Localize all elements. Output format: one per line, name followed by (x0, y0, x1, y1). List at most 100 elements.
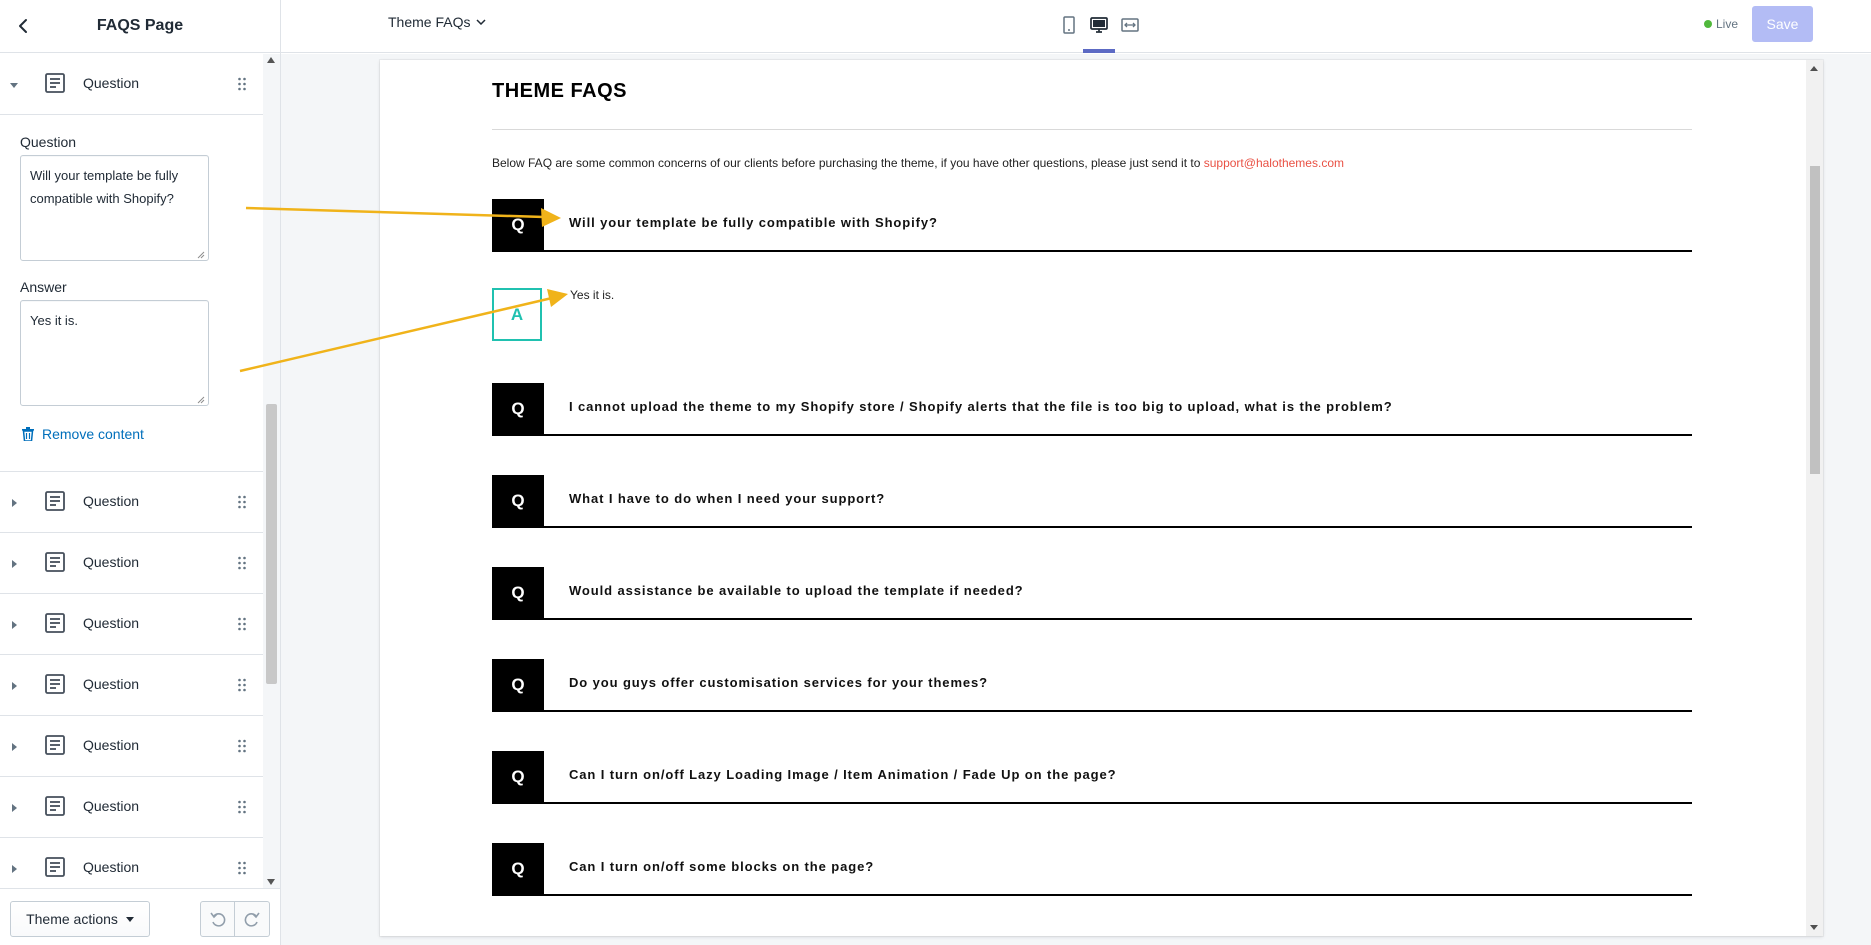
drag-handle-icon[interactable] (237, 860, 247, 876)
remove-content-link[interactable]: Remove content (22, 426, 144, 442)
drag-handle-icon[interactable] (237, 76, 247, 92)
question-text: Can I turn on/off some blocks on the pag… (569, 859, 875, 874)
live-status: Live (1704, 17, 1738, 31)
question-text: I cannot upload the theme to my Shopify … (569, 399, 1393, 414)
drag-handle-icon[interactable] (237, 555, 247, 571)
block-row-question[interactable]: Question (0, 472, 263, 533)
undo-button[interactable] (200, 901, 235, 937)
editor-topbar: Theme FAQs Live Save (281, 0, 1871, 53)
save-button[interactable]: Save (1752, 6, 1813, 42)
text-block-icon (45, 491, 65, 511)
desktop-icon (1090, 17, 1108, 33)
theme-editor-sidebar: FAQS Page Question Question Will your te… (0, 0, 281, 945)
block-row-question[interactable]: Question (0, 777, 263, 838)
mobile-view-button[interactable] (1056, 12, 1082, 38)
caret-right-icon[interactable] (12, 682, 17, 690)
scroll-up-arrow-icon[interactable] (1810, 66, 1818, 71)
block-row-question[interactable]: Question (0, 838, 263, 888)
caret-right-icon[interactable] (12, 743, 17, 751)
redo-icon (244, 912, 260, 927)
question-text: Can I turn on/off Lazy Loading Image / I… (569, 767, 1117, 782)
caret-right-icon[interactable] (12, 804, 17, 812)
sidebar-title: FAQS Page (96, 17, 184, 34)
resize-grip-icon[interactable] (197, 251, 205, 259)
question-text: Do you guys offer customisation services… (569, 675, 989, 690)
live-status-label: Live (1716, 17, 1739, 31)
undo-icon (209, 912, 225, 927)
drag-handle-icon[interactable] (237, 738, 247, 754)
drag-handle-icon[interactable] (237, 616, 247, 632)
text-block-icon (45, 674, 65, 694)
question-badge: Q (492, 567, 544, 618)
question-badge: Q (492, 199, 544, 250)
resize-grip-icon[interactable] (197, 396, 205, 404)
question-text: Would assistance be available to upload … (569, 583, 1024, 598)
mobile-icon (1063, 16, 1075, 34)
scroll-down-arrow-icon[interactable] (267, 879, 275, 885)
block-settings-panel: Question Will your template be fully com… (0, 122, 263, 472)
sidebar-scrollbar-thumb[interactable] (266, 404, 277, 684)
block-row-question[interactable]: Question (0, 716, 263, 777)
block-row-label: Question (83, 737, 140, 753)
scroll-up-arrow-icon[interactable] (267, 57, 275, 63)
fullscreen-view-button[interactable] (1117, 12, 1143, 38)
desktop-view-button[interactable] (1086, 12, 1112, 38)
faq-question-row[interactable]: Q What I have to do when I need your supp… (492, 475, 1692, 528)
block-row-label: Question (83, 75, 140, 91)
question-text: Will your template be fully compatible w… (569, 215, 938, 230)
block-row-expanded[interactable]: Question (0, 54, 263, 115)
caret-down-icon[interactable] (10, 83, 18, 88)
faq-intro-text: Below FAQ are some common concerns of ou… (492, 156, 1201, 170)
answer-field-label: Answer (20, 279, 67, 295)
block-row-question[interactable]: Question (0, 594, 263, 655)
question-badge: Q (492, 751, 544, 802)
block-row-question[interactable]: Question (0, 533, 263, 594)
sidebar-content: Question Question Will your template be … (0, 54, 280, 888)
block-row-question[interactable]: Question (0, 655, 263, 716)
storefront-preview: THEME FAQS Below FAQ are some common con… (380, 60, 1823, 936)
caret-right-icon[interactable] (12, 865, 17, 873)
back-arrow-icon[interactable] (12, 15, 34, 37)
live-dot-icon (1704, 20, 1712, 28)
drag-handle-icon[interactable] (237, 677, 247, 693)
active-view-indicator (1083, 49, 1115, 53)
block-row-label: Question (83, 554, 140, 570)
text-block-icon (45, 735, 65, 755)
caret-right-icon[interactable] (12, 560, 17, 568)
caret-right-icon[interactable] (12, 499, 17, 507)
preview-scrollbar-thumb[interactable] (1810, 166, 1820, 474)
drag-handle-icon[interactable] (237, 799, 247, 815)
question-badge: Q (492, 475, 544, 526)
block-row-label: Question (83, 798, 140, 814)
drag-handle-icon[interactable] (237, 494, 247, 510)
question-textarea[interactable]: Will your template be fully compatible w… (20, 155, 209, 261)
block-row-label: Question (83, 615, 140, 631)
caret-right-icon[interactable] (12, 621, 17, 629)
block-row-label: Question (83, 493, 140, 509)
faq-question-row[interactable]: Q Will your template be fully compatible … (492, 199, 1692, 252)
remove-content-label: Remove content (42, 426, 144, 442)
theme-actions-button[interactable]: Theme actions (10, 901, 150, 937)
theme-actions-label: Theme actions (26, 911, 118, 927)
faq-question-row[interactable]: Q Can I turn on/off Lazy Loading Image / … (492, 751, 1692, 804)
faq-question-row[interactable]: Q I cannot upload the theme to my Shopify… (492, 383, 1692, 436)
answer-textarea[interactable]: Yes it is. (20, 300, 209, 406)
sidebar-scrollbar[interactable] (263, 54, 280, 888)
block-row-label: Question (83, 676, 140, 692)
faq-page-title: THEME FAQS (492, 80, 628, 102)
preview-scrollbar[interactable] (1806, 60, 1823, 936)
faq-question-row[interactable]: Q Can I turn on/off some blocks on the pa… (492, 843, 1692, 896)
text-block-icon (45, 552, 65, 572)
text-block-icon (45, 857, 65, 877)
scroll-down-arrow-icon[interactable] (1810, 925, 1818, 930)
question-text: What I have to do when I need your suppo… (569, 491, 886, 506)
expand-width-icon (1121, 18, 1139, 32)
text-block-icon (45, 613, 65, 633)
answer-badge: A (492, 288, 542, 341)
faq-question-row[interactable]: Q Do you guys offer customisation service… (492, 659, 1692, 712)
faq-question-row[interactable]: Q Would assistance be available to upload… (492, 567, 1692, 620)
support-email-link[interactable]: support@halothemes.com (1204, 156, 1344, 170)
redo-button[interactable] (235, 901, 270, 937)
block-row-label: Question (83, 859, 140, 875)
template-selector[interactable]: Theme FAQs (388, 14, 486, 30)
